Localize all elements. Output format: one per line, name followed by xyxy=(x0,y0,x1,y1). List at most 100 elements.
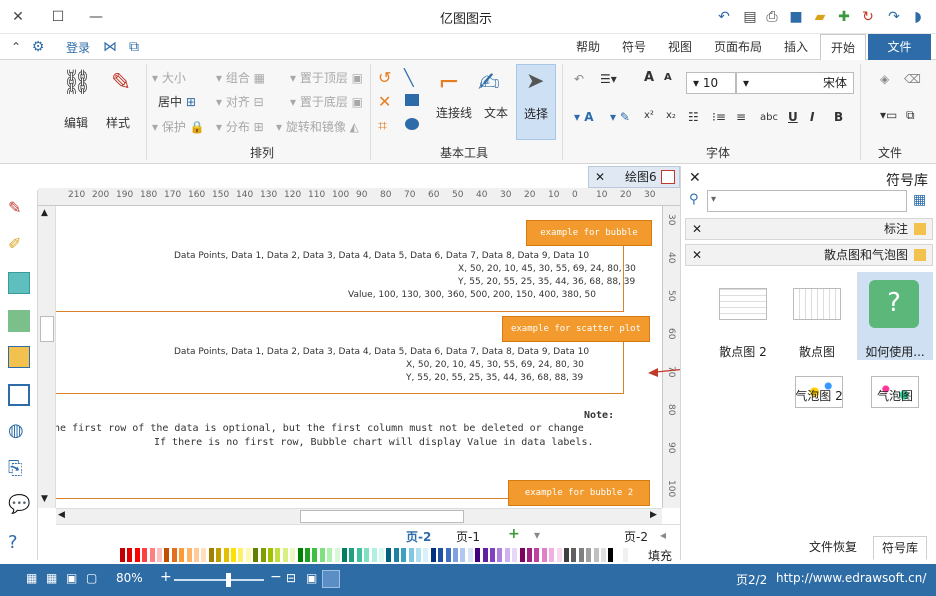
scatter-tag[interactable]: example for scatter plot xyxy=(502,316,650,342)
grow-font-icon[interactable]: A xyxy=(644,70,654,85)
add-page-icon[interactable]: + xyxy=(508,526,520,542)
symbol-bubble-2[interactable]: 气泡图 2 xyxy=(787,366,851,454)
send-back-button[interactable]: ▾ 置于底层 ▣ xyxy=(290,93,363,110)
color-swatch[interactable] xyxy=(356,548,362,562)
color-swatch[interactable] xyxy=(490,548,495,562)
new-icon[interactable]: ✚ xyxy=(834,7,854,27)
bring-front-button[interactable]: ▾ 置于顶层 ▣ xyxy=(290,69,363,86)
underline-icon[interactable]: U xyxy=(788,110,798,124)
zoom-slider[interactable] xyxy=(174,579,264,581)
page-tab-1[interactable]: 页-1 xyxy=(456,528,480,545)
format-painter-icon[interactable]: ↶ xyxy=(574,72,584,86)
paragraph-icon[interactable]: ☰▾ xyxy=(600,72,617,86)
comment-icon[interactable]: 💬 xyxy=(8,494,30,516)
color-swatch[interactable] xyxy=(504,548,510,562)
folder-icon[interactable]: ▰ xyxy=(810,7,830,27)
library-search-input[interactable] xyxy=(707,190,907,212)
bold-icon[interactable]: B xyxy=(834,110,843,124)
color-swatch[interactable] xyxy=(423,548,429,562)
hscroll-thumb[interactable] xyxy=(300,510,464,523)
color-swatch[interactable] xyxy=(571,548,577,562)
save-icon[interactable]: ■ xyxy=(786,7,806,27)
color-swatch[interactable] xyxy=(623,548,629,562)
color-swatch[interactable] xyxy=(430,548,436,562)
export-icon[interactable]: ⧉ xyxy=(124,37,144,57)
style-icon[interactable]: ✎ xyxy=(104,68,138,102)
align-button[interactable]: ▾ 对齐 ⊟ xyxy=(216,93,264,110)
color-swatch[interactable] xyxy=(512,548,518,562)
select-tool[interactable]: ➤ 选择 xyxy=(516,64,556,140)
search-icon[interactable]: ⚲ xyxy=(689,192,699,207)
color-swatch[interactable] xyxy=(467,548,473,562)
cross-icon[interactable]: ✕ xyxy=(378,92,391,111)
print-icon[interactable]: ⎙ xyxy=(762,7,782,27)
size-button[interactable]: ▾ 大小 xyxy=(152,69,186,86)
bubble2-tag[interactable]: example for bubble 2 xyxy=(508,480,650,506)
zoom-in-icon[interactable]: + xyxy=(160,569,172,585)
color-swatch[interactable] xyxy=(342,548,347,562)
protect-button[interactable]: ▾ 保护 🔒 xyxy=(152,118,205,135)
style-button[interactable]: 样式 xyxy=(106,114,130,131)
color-swatch[interactable] xyxy=(319,548,325,562)
layers-icon[interactable] xyxy=(8,346,30,368)
color-swatch[interactable] xyxy=(438,548,444,562)
color-swatch[interactable] xyxy=(519,548,525,562)
color-swatch[interactable] xyxy=(564,548,569,562)
color-swatch[interactable] xyxy=(216,548,222,562)
color-swatch[interactable] xyxy=(157,548,162,562)
paint-icon[interactable]: ✎ xyxy=(8,198,30,220)
color-swatch[interactable] xyxy=(601,548,606,562)
attachment-icon[interactable]: ⎘ xyxy=(8,458,30,480)
fill-icon[interactable] xyxy=(8,272,30,294)
color-swatch[interactable] xyxy=(179,548,185,562)
paste-icon[interactable]: ◈ xyxy=(880,72,889,86)
page-nav-icon[interactable]: ◂ xyxy=(660,528,666,542)
color-swatch[interactable] xyxy=(290,548,296,562)
tab-page-layout[interactable]: 页面布局 xyxy=(704,34,772,60)
share-icon[interactable]: ⋈ xyxy=(100,37,120,57)
color-swatch[interactable] xyxy=(186,548,192,562)
open-icon[interactable]: ▤ xyxy=(740,7,760,27)
color-swatch[interactable] xyxy=(134,548,140,562)
font-family-select[interactable]: ▾ 宋体 xyxy=(736,72,854,94)
group-button[interactable]: ▾ 组合 ▦ xyxy=(216,69,265,86)
connector-shape-icon[interactable]: ↺ xyxy=(378,68,391,87)
color-swatch[interactable] xyxy=(386,548,392,562)
color-swatch[interactable] xyxy=(453,548,458,562)
color-swatch[interactable] xyxy=(482,548,488,562)
color-swatch[interactable] xyxy=(408,548,414,562)
text-button[interactable]: 文本 xyxy=(484,104,508,121)
color-swatch[interactable] xyxy=(445,548,451,562)
settings-icon[interactable]: ⚙ xyxy=(28,37,48,57)
color-swatch[interactable] xyxy=(327,548,333,562)
section-scatter-bubble[interactable]: ✕ 散点图和气泡图 xyxy=(685,244,933,266)
search-dropdown-icon[interactable]: ▾ xyxy=(711,194,716,205)
layout-icon[interactable]: ⊟ xyxy=(286,571,296,585)
symbol-scatter[interactable]: 散点图 xyxy=(785,272,849,360)
close-tab-icon[interactable]: ✕ xyxy=(595,167,605,187)
color-swatch[interactable] xyxy=(475,548,481,562)
binoculars-icon[interactable]: ⛓ xyxy=(60,68,94,102)
section-callout[interactable]: ✕ 标注 xyxy=(685,218,933,240)
color-swatch[interactable] xyxy=(268,548,273,562)
bubble-tag[interactable]: example for bubble xyxy=(526,220,652,246)
color-swatch[interactable] xyxy=(149,548,155,562)
color-swatch[interactable] xyxy=(393,548,399,562)
italic-icon[interactable]: I xyxy=(810,110,814,124)
horizontal-scrollbar[interactable]: ◀ ▶ xyxy=(56,508,662,524)
globe-icon[interactable]: ◍ xyxy=(8,420,30,442)
color-swatch[interactable] xyxy=(379,548,384,562)
color-swatch[interactable] xyxy=(593,548,599,562)
scroll-right-icon[interactable]: ▶ xyxy=(650,510,657,520)
connector-button[interactable]: 连接线 xyxy=(436,104,472,121)
color-swatch[interactable] xyxy=(334,548,340,562)
font-color-icon[interactable]: ▾ A xyxy=(574,110,594,124)
symbol-scatter-2[interactable]: 散点图 2 xyxy=(711,272,775,360)
page-fit-icon[interactable]: ▢ xyxy=(86,571,97,585)
strikethrough-icon[interactable]: abc xyxy=(760,112,778,123)
help-icon[interactable]: ? xyxy=(8,532,30,554)
website-link[interactable]: http://www.edrawsoft.cn/ xyxy=(776,571,926,585)
color-swatch[interactable] xyxy=(282,548,288,562)
fit-icon[interactable]: ▦ xyxy=(46,571,57,585)
close-panel-icon[interactable]: ✕ xyxy=(689,170,701,186)
